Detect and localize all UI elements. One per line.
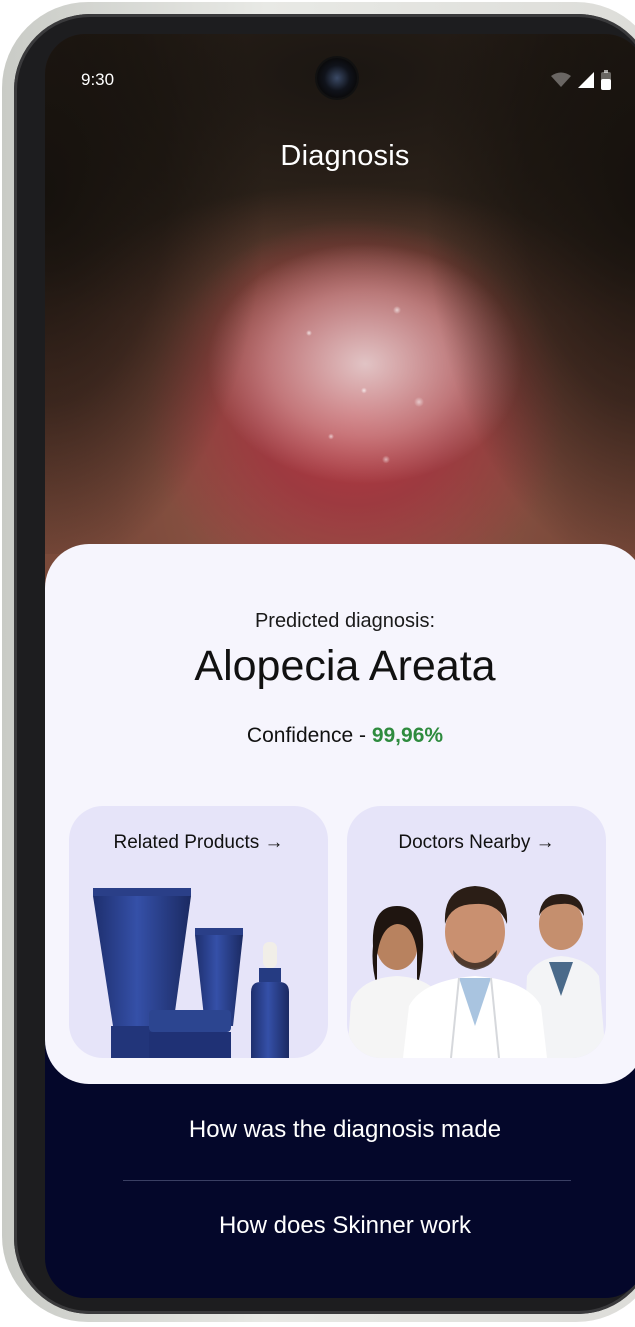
arrow-right-icon: → [264,832,284,853]
front-camera [317,58,357,98]
arrow-right-icon: → [535,832,555,853]
doctors-nearby-tile[interactable]: Doctors Nearby → [347,806,606,1058]
how-skinner-works-link[interactable]: How does Skinner work [45,1212,635,1240]
wifi-icon [551,72,571,87]
doctors-nearby-text: Doctors Nearby [398,832,531,853]
signal-icon [578,72,594,88]
related-products-label: Related Products → [69,832,328,854]
diagnosis-name: Alopecia Areata [194,642,496,690]
divider [123,1180,571,1181]
battery-icon [601,70,611,90]
skincare-products-image [93,888,289,1058]
scalp-lesion [265,264,485,494]
confidence-row: Confidence - 99,96% [45,724,635,748]
status-time: 9:30 [81,70,115,89]
diagnosis-card: Predicted diagnosis: Alopecia Areata Con… [45,544,635,1084]
status-icons [551,70,611,90]
doctors-nearby-label: Doctors Nearby → [347,832,606,854]
confidence-value: 99,96% [371,724,444,747]
related-products-text: Related Products [113,832,260,853]
status-bar: 9:30 [45,34,635,114]
confidence-label: Confidence - [246,724,372,747]
doctors-image [347,886,606,1058]
related-products-tile[interactable]: Related Products → [69,806,328,1058]
phone-screen: 9:30 Diagnosis Predicted diagnosis: Alop… [45,34,635,1298]
predicted-diagnosis-label: Predicted diagnosis: [254,610,436,632]
page-title: Diagnosis [280,140,410,172]
how-diagnosis-made-link[interactable]: How was the diagnosis made [45,1116,635,1144]
